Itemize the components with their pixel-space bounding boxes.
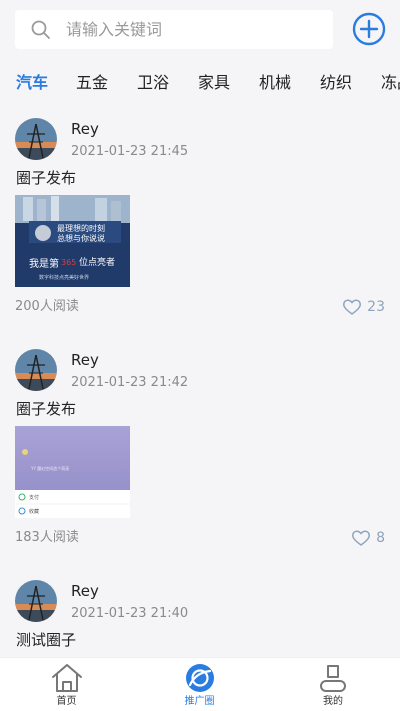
like-count: 23: [367, 299, 385, 315]
like-count: 8: [376, 530, 385, 546]
profile-icon: [317, 662, 349, 698]
post-time: 2021-01-23 21:42: [71, 375, 189, 390]
post-card[interactable]: Rey 2021-01-23 21:45 圈子发布 最理想的时刻 总想与你说说 …: [0, 106, 400, 336]
tab-wujin[interactable]: 五金: [76, 73, 108, 93]
post-time: 2021-01-23 21:40: [71, 606, 189, 621]
post-image[interactable]: 最理想的时刻 总想与你说说 我是第 365 位点亮者 数字科技点亮美好世界: [15, 195, 130, 287]
tabbar-item-profile[interactable]: 我的: [266, 658, 400, 711]
image-text: 收藏: [29, 508, 39, 515]
post-card[interactable]: Rey 2021-01-23 21:40 测试圈子: [0, 568, 400, 657]
image-text: 位点亮者: [79, 256, 115, 268]
image-text: 总想与你说说: [57, 233, 105, 243]
avatar[interactable]: [15, 580, 57, 622]
post-title: 圈子发布: [16, 169, 77, 187]
image-text: 支付: [29, 494, 39, 501]
category-tabs: 汽车 五金 卫浴 家具 机械 纺织 冻品: [0, 62, 400, 106]
post-card[interactable]: Rey 2021-01-23 21:42 圈子发布 YY 魔幻空间造个萌宠 支付…: [0, 337, 400, 567]
like-button[interactable]: 8: [352, 529, 385, 547]
plus-circle-icon: [352, 12, 386, 46]
search-input[interactable]: 请输入关键词: [15, 10, 333, 49]
tabbar-item-home[interactable]: 首页: [0, 658, 133, 711]
tab-dongpin[interactable]: 冻品: [381, 73, 400, 93]
promo-circle-icon: [184, 662, 216, 698]
post-time: 2021-01-23 21:45: [71, 144, 189, 159]
post-username: Rey: [71, 582, 99, 600]
avatar[interactable]: [15, 118, 57, 160]
add-post-button[interactable]: [352, 12, 386, 46]
post-title: 测试圈子: [16, 631, 77, 649]
post-image[interactable]: YY 魔幻空间造个萌宠 支付 收藏: [15, 426, 130, 518]
image-text: 我是第: [29, 257, 59, 270]
image-text: YY 魔幻空间造个萌宠: [30, 465, 69, 471]
tab-fangzhi[interactable]: 纺织: [320, 73, 352, 93]
like-button[interactable]: 23: [343, 298, 385, 316]
tabbar-item-promo[interactable]: 推广圈: [133, 658, 266, 711]
heart-icon: [352, 530, 371, 546]
image-text: 最理想的时刻: [57, 223, 105, 233]
tabbar-label-home: 首页: [56, 696, 77, 707]
tab-jixie[interactable]: 机械: [259, 73, 291, 93]
post-username: Rey: [71, 120, 99, 138]
tab-jiaju[interactable]: 家具: [198, 73, 230, 93]
tabbar-label-promo: 推广圈: [184, 696, 215, 707]
image-text: 365: [61, 258, 76, 267]
read-count: 200人阅读: [15, 299, 79, 314]
post-username: Rey: [71, 351, 99, 369]
image-text: 数字科技点亮美好世界: [39, 274, 89, 281]
post-title: 圈子发布: [16, 400, 77, 418]
bottom-tabbar: 首页 推广圈 我的: [0, 657, 400, 711]
tab-weiyu[interactable]: 卫浴: [137, 73, 169, 93]
home-icon: [50, 662, 84, 698]
heart-icon: [343, 299, 362, 315]
tab-qiche[interactable]: 汽车: [16, 73, 48, 93]
search-icon: [31, 20, 51, 44]
read-count: 183人阅读: [15, 530, 79, 545]
avatar[interactable]: [15, 349, 57, 391]
tabbar-label-profile: 我的: [323, 696, 343, 707]
top-bar: 请输入关键词: [0, 0, 400, 62]
search-placeholder: 请输入关键词: [66, 20, 163, 39]
